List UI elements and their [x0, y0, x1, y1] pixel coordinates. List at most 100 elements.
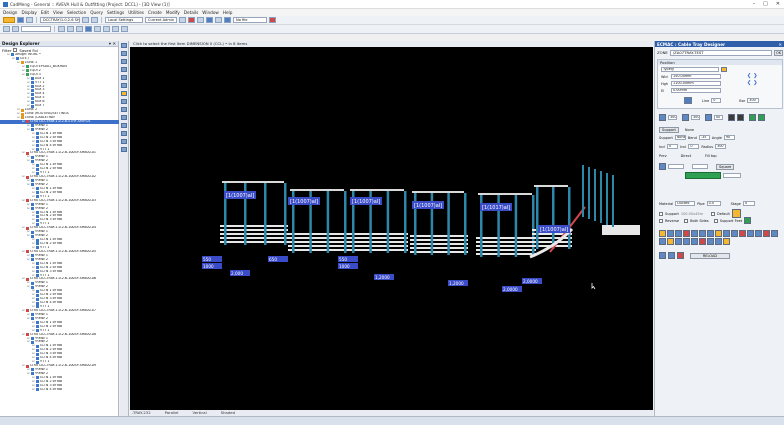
flip-icon[interactable] [737, 114, 744, 121]
rotate-icon[interactable] [58, 26, 65, 32]
support-post[interactable] [568, 187, 571, 249]
tree-expander-icon[interactable]: ⊟ [22, 198, 25, 203]
tree-expander-icon[interactable]: ⊟ [27, 339, 30, 344]
tree-expander-icon[interactable]: ⊟ [27, 316, 30, 321]
redo-icon[interactable] [121, 26, 128, 32]
tray-tool-icon[interactable] [691, 238, 698, 245]
material-field[interactable]: Ducted [675, 201, 696, 206]
tray-tool-icon[interactable] [771, 230, 778, 237]
menu-utilities[interactable]: Utilities [128, 10, 144, 15]
arrow-right-icon[interactable]: ❯ [753, 74, 757, 79]
tree-expander-icon[interactable]: ⊟ [27, 158, 30, 163]
view-tool-icon[interactable] [121, 107, 127, 112]
tree-expander-icon[interactable]: ⊟ [17, 60, 20, 65]
tree-expander-icon[interactable]: ⊟ [22, 332, 25, 337]
arrow-left-icon[interactable]: ❮ [747, 74, 751, 79]
tray-tool-icon[interactable] [715, 238, 722, 245]
view-tool-icon[interactable] [121, 67, 127, 72]
explorer-tree[interactable]: ⊟ Design: WORL * ⊟ SITE / ⊟ ZONE 1 ⊟ EQUI EPS00… [0, 53, 119, 415]
menu-design[interactable]: Design [3, 10, 17, 15]
tree-node[interactable]: ⊟ SCTN 4 of fab [0, 387, 119, 392]
tray-tool-icon[interactable] [691, 230, 698, 237]
clip-icon[interactable] [103, 26, 110, 32]
tray-tool-icon[interactable] [739, 230, 746, 237]
menu-details[interactable]: Details [184, 10, 199, 15]
query-icon[interactable] [197, 17, 204, 23]
tray-tool-icon[interactable] [667, 238, 674, 245]
segment-icon[interactable] [659, 163, 666, 170]
tree-expander-icon[interactable]: ⊟ [22, 225, 25, 230]
rotate-icon[interactable] [728, 114, 735, 121]
remove-icon[interactable] [677, 252, 684, 259]
tree-expander-icon[interactable]: ⊟ [22, 119, 25, 124]
zone-ok-button[interactable]: OK [774, 49, 783, 56]
tray-tool-icon[interactable] [675, 230, 682, 237]
spec-field[interactable]: 0 [711, 98, 722, 103]
arrow-right-icon[interactable]: ❯ [753, 81, 757, 86]
bend-field[interactable]: -35 [698, 135, 710, 140]
tree-expander-icon[interactable]: ⊟ [27, 233, 30, 238]
fit-icon[interactable] [76, 26, 83, 32]
3d-viewport[interactable]: Click to select the first Item DIMENSION… [130, 41, 653, 410]
bothsides-checkbox[interactable] [684, 218, 689, 223]
view-tool-icon[interactable] [121, 99, 127, 104]
tray-label[interactable]: [1(1007)al] [290, 199, 318, 205]
view-tool-icon[interactable] [121, 131, 127, 136]
step-field[interactable] [723, 173, 741, 178]
view-tool-icon[interactable] [121, 43, 127, 48]
support-field[interactable]: None [674, 135, 686, 140]
save-icon[interactable] [17, 17, 24, 23]
menu-query[interactable]: Query [90, 10, 103, 15]
size-a-field[interactable]: 300 [668, 115, 677, 120]
close-button[interactable]: ✕ [776, 1, 780, 7]
view-tool-icon[interactable] [121, 51, 127, 56]
view-tool-icon[interactable] [121, 59, 127, 64]
size-c-icon[interactable] [705, 114, 712, 121]
ok-check-icon[interactable] [744, 217, 752, 224]
tray-tool-icon[interactable] [707, 238, 714, 245]
support-post[interactable] [532, 195, 535, 257]
tree-expander-icon[interactable]: ⊟ [32, 387, 35, 392]
square-button[interactable]: Square [716, 163, 735, 170]
list-icon[interactable] [668, 252, 675, 259]
tree-expander-icon[interactable]: ⊟ [27, 127, 30, 132]
stage-field[interactable]: 4 [742, 201, 755, 206]
admin-mode-button[interactable] [3, 17, 15, 23]
segment-field[interactable] [668, 164, 684, 169]
menu-view[interactable]: View [53, 10, 63, 15]
step-arrows-icon[interactable] [685, 172, 721, 179]
tree-expander-icon[interactable]: ⊟ [27, 182, 30, 187]
snap-icon[interactable] [85, 26, 92, 32]
tray-label[interactable]: [1(1017)al] [482, 205, 510, 211]
tray-tool-icon[interactable] [723, 238, 730, 245]
support-tab[interactable]: Support [659, 127, 679, 133]
stop-icon[interactable] [91, 17, 98, 23]
size-a-icon[interactable] [659, 114, 666, 121]
support-post[interactable] [344, 191, 347, 253]
menu-selection[interactable]: Selection [67, 10, 86, 15]
angle-field[interactable]: 90 [723, 135, 735, 140]
measure-icon[interactable] [94, 26, 101, 32]
size-b-icon[interactable] [682, 114, 689, 121]
size-c-field[interactable]: 00 [714, 115, 723, 120]
support-post[interactable] [588, 167, 590, 219]
apply-icon[interactable] [749, 114, 756, 121]
support-checkbox[interactable] [659, 211, 663, 216]
tree-expander-icon[interactable]: ⊟ [22, 308, 25, 313]
pan-icon[interactable] [67, 26, 74, 32]
menu-window[interactable]: Window [202, 10, 219, 15]
elev-field[interactable]: 0.00mm [671, 88, 721, 93]
open-icon[interactable] [26, 17, 33, 23]
tray-label[interactable]: [1(1007)al] [540, 227, 568, 233]
zoom-icon[interactable] [206, 17, 213, 23]
tray-label[interactable]: [1(1007)al] [352, 199, 380, 205]
view-tool-icon[interactable] [121, 139, 127, 144]
height-field[interactable]: 1100.00mm [671, 81, 721, 86]
tray-tool-icon[interactable] [699, 230, 706, 237]
menu-settings[interactable]: Settings [107, 10, 124, 15]
menu-edit[interactable]: Edit [41, 10, 49, 15]
view-tool-icon[interactable] [121, 75, 127, 80]
menu-modify[interactable]: Modify [166, 10, 180, 15]
view-tool-icon[interactable] [121, 91, 127, 96]
move-icon[interactable] [12, 26, 19, 32]
